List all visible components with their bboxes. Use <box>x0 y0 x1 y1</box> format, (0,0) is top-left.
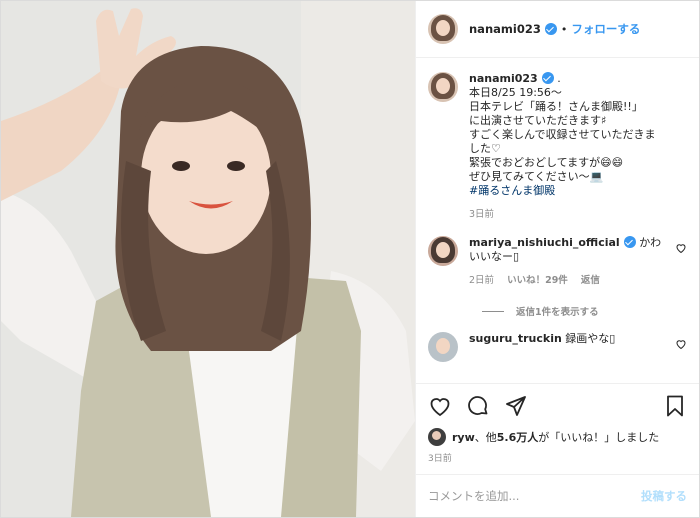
author-avatar[interactable] <box>428 14 458 44</box>
header-separator: • <box>560 22 568 36</box>
verified-icon <box>623 236 636 248</box>
view-replies-label: 返信1件を表示する <box>516 307 599 318</box>
commenter-avatar[interactable] <box>428 332 458 362</box>
comment-item: mariya_nishiuchi_official かわ いいなー▯ 2日前 い… <box>428 236 687 288</box>
post-actions <box>416 383 699 427</box>
caption-line: すごく楽しんで収録させていただきま <box>469 128 656 141</box>
caption-line: した♡ <box>469 142 501 155</box>
bookmark-icon[interactable] <box>663 394 687 418</box>
caption-line: 日本テレビ「踊る！さんま御殿!!」 <box>469 100 643 113</box>
comment-icon[interactable] <box>466 394 490 418</box>
comment-item: suguru_truckin 録画やな▯ <box>428 332 687 362</box>
comment-likes[interactable]: いいね！29件 <box>507 275 568 286</box>
author-username[interactable]: nanami023 <box>469 22 541 36</box>
comment-text: 録画やな▯ <box>565 332 616 345</box>
comment-time[interactable]: 2日前 <box>469 275 494 286</box>
comment-like-heart-icon[interactable] <box>675 338 687 350</box>
commenter-avatar[interactable] <box>428 236 458 266</box>
comment-like-heart-icon[interactable] <box>675 242 687 254</box>
likes-summary[interactable]: ryw 、他 5.6万人 が「いいね！」しました <box>416 427 699 447</box>
comment-input[interactable]: コメントを追加... <box>428 488 641 504</box>
caption-meta: 3日前 <box>469 208 687 222</box>
follow-button[interactable]: フォローする <box>571 21 640 37</box>
commenter-username[interactable]: suguru_truckin <box>469 332 562 345</box>
comment-meta: 2日前 いいね！29件 返信 <box>469 274 675 288</box>
caption-hashtag[interactable]: #踊るさんま御殿 <box>469 184 687 198</box>
post-side-panel: nanami023 • フォローする nanami023 . 本日8/25 19… <box>415 1 699 517</box>
likes-tail: が「いいね！」しました <box>538 431 660 444</box>
commenter-username[interactable]: mariya_nishiuchi_official <box>469 236 620 249</box>
instagram-post: nanami023 • フォローする nanami023 . 本日8/25 19… <box>0 0 700 518</box>
likes-count[interactable]: 5.6万人 <box>497 429 539 445</box>
post-image-illustration <box>1 1 415 517</box>
comment-text: かわ <box>639 236 662 249</box>
post-header: nanami023 • フォローする <box>416 1 699 58</box>
post-photo[interactable] <box>1 1 415 517</box>
caption-time[interactable]: 3日前 <box>469 209 494 220</box>
caption-line: 緊張でおどおどしてますが😄😄 <box>469 156 624 169</box>
verified-icon <box>541 72 554 84</box>
view-replies-button[interactable]: 返信1件を表示する <box>482 304 687 318</box>
heart-icon[interactable] <box>428 394 452 418</box>
replies-divider <box>482 310 504 312</box>
comment-text-continued: いいなー▯ <box>469 250 520 263</box>
add-comment-bar: コメントを追加... 投稿する <box>416 474 699 517</box>
caption-suffix: . <box>557 72 561 85</box>
caption-line: に出演させていただきます♯ <box>469 114 607 127</box>
post-date[interactable]: 3日前 <box>416 447 699 474</box>
post-comment-button[interactable]: 投稿する <box>641 488 687 504</box>
likes-middle: 、他 <box>474 431 497 444</box>
caption-avatar[interactable] <box>428 72 458 102</box>
caption-line: 本日8/25 19:56〜 <box>469 86 562 99</box>
share-icon[interactable] <box>504 394 528 418</box>
reply-button[interactable]: 返信 <box>581 275 600 286</box>
caption-text: 本日8/25 19:56〜 日本テレビ「踊る！さんま御殿!!」 に出演させていた… <box>469 86 687 198</box>
caption-username[interactable]: nanami023 <box>469 72 538 85</box>
liker-username[interactable]: ryw <box>452 431 475 444</box>
caption: nanami023 . 本日8/25 19:56〜 日本テレビ「踊る！さんま御殿… <box>428 72 687 222</box>
caption-line: ぜひ見てみてください〜💻 <box>469 170 604 183</box>
verified-icon <box>544 23 557 35</box>
comments-list[interactable]: nanami023 . 本日8/25 19:56〜 日本テレビ「踊る！さんま御殿… <box>416 58 699 383</box>
liker-avatar <box>428 428 446 446</box>
